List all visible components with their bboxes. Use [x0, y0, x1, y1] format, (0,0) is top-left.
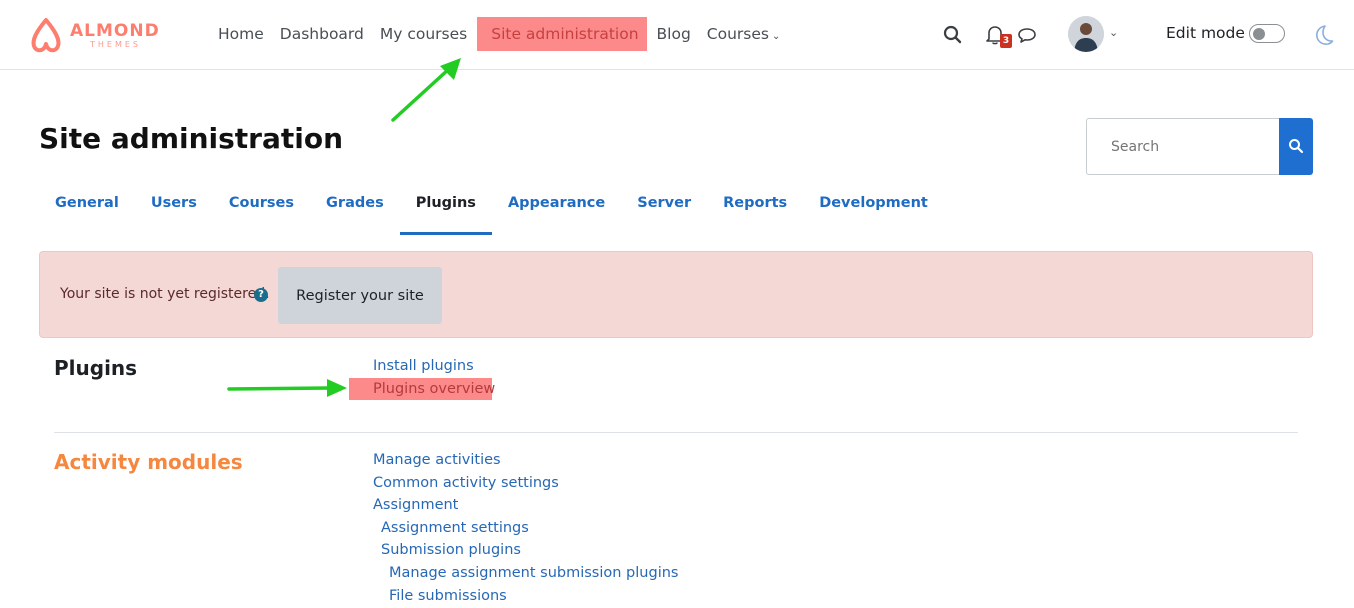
brand-subtitle: THEMES — [90, 40, 141, 49]
section-title-plugins: Plugins — [54, 356, 138, 380]
edit-mode-toggle[interactable] — [1249, 24, 1285, 43]
nav-site-administration[interactable]: Site administration — [477, 17, 647, 51]
annotation-arrow-right — [227, 379, 347, 397]
tab-server[interactable]: Server — [621, 187, 707, 235]
section-title-activity-modules[interactable]: Activity modules — [54, 450, 243, 474]
primary-navigation: Home Dashboard My courses Site administr… — [210, 17, 788, 51]
plugins-links: Install plugins Plugins overview — [349, 355, 495, 401]
nav-my-courses[interactable]: My courses — [372, 17, 475, 51]
tab-users[interactable]: Users — [135, 187, 213, 235]
link-assignment[interactable]: Assignment — [373, 494, 678, 517]
search-icon — [1289, 139, 1304, 154]
link-manage-activities[interactable]: Manage activities — [373, 449, 678, 472]
activity-modules-links: Manage activities Common activity settin… — [373, 449, 678, 607]
almond-logo-icon — [31, 18, 61, 53]
registration-alert-text: Your site is not yet registered. — [60, 286, 270, 302]
link-install-plugins[interactable]: Install plugins — [373, 355, 492, 378]
tab-courses[interactable]: Courses — [213, 187, 310, 235]
nav-home[interactable]: Home — [210, 17, 272, 51]
tab-grades[interactable]: Grades — [310, 187, 400, 235]
notification-count-badge: 3 — [1000, 34, 1012, 48]
nav-dashboard[interactable]: Dashboard — [272, 17, 372, 51]
tab-reports[interactable]: Reports — [707, 187, 803, 235]
user-photo-icon — [1068, 16, 1104, 52]
registration-alert: Your site is not yet registered. ? Regis… — [39, 251, 1313, 338]
brand-logo[interactable]: ALMOND THEMES — [28, 16, 168, 56]
tab-general[interactable]: General — [39, 187, 135, 235]
help-question-icon[interactable]: ? — [254, 288, 268, 302]
admin-category-tabs: General Users Courses Grades Plugins App… — [39, 187, 944, 235]
user-avatar[interactable] — [1068, 16, 1104, 52]
admin-search-input[interactable] — [1086, 118, 1280, 175]
message-icon[interactable] — [1014, 22, 1040, 48]
toggle-knob — [1253, 27, 1265, 40]
search-icon[interactable] — [940, 22, 966, 48]
link-plugins-overview[interactable]: Plugins overview — [349, 377, 495, 401]
page-title: Site administration — [39, 122, 344, 155]
top-navbar: ALMOND THEMES Home Dashboard My courses … — [0, 0, 1354, 70]
dark-mode-moon-icon[interactable] — [1310, 22, 1336, 48]
register-site-button[interactable]: Register your site — [278, 267, 442, 324]
nav-courses-label: Courses — [706, 25, 769, 43]
link-common-activity-settings[interactable]: Common activity settings — [373, 472, 678, 495]
edit-mode-label: Edit mode — [1166, 24, 1245, 42]
search-submit-button[interactable] — [1279, 118, 1313, 175]
link-assignment-settings[interactable]: Assignment settings — [373, 517, 678, 540]
link-file-submissions[interactable]: File submissions — [373, 585, 678, 608]
tab-appearance[interactable]: Appearance — [492, 187, 621, 235]
user-menu-chevron-down-icon[interactable]: ⌄ — [1109, 26, 1118, 39]
tab-development[interactable]: Development — [803, 187, 944, 235]
brand-name: ALMOND — [70, 21, 160, 41]
section-divider — [54, 432, 1298, 433]
tab-plugins[interactable]: Plugins — [399, 187, 492, 235]
chevron-down-icon: ⌄ — [772, 31, 781, 42]
link-submission-plugins[interactable]: Submission plugins — [373, 539, 678, 562]
link-manage-assignment-submission-plugins[interactable]: Manage assignment submission plugins — [373, 562, 678, 585]
annotation-arrow-up — [391, 58, 461, 122]
nav-courses-dropdown[interactable]: Courses ⌄ — [699, 17, 789, 51]
nav-blog[interactable]: Blog — [649, 17, 699, 51]
